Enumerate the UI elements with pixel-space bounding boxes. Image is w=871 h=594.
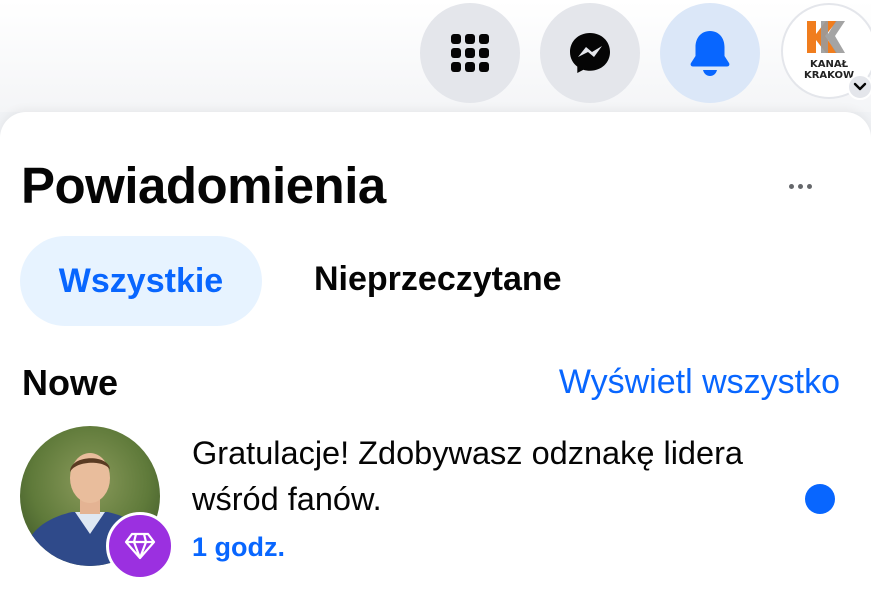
messenger-icon bbox=[570, 33, 610, 73]
notification-time: 1 godz. bbox=[192, 532, 285, 562]
tab-all[interactable]: Wszystkie bbox=[20, 236, 262, 326]
section-title-new: Nowe bbox=[22, 362, 119, 403]
see-all-link[interactable]: Wyświetl wszystko bbox=[559, 363, 840, 402]
account-menu-button[interactable] bbox=[847, 74, 871, 100]
notification-text[interactable]: Gratulacje! Zdobywasz odznakę lidera wśr… bbox=[192, 430, 772, 522]
messenger-button[interactable] bbox=[540, 3, 640, 103]
grid-menu-icon bbox=[451, 34, 489, 72]
menu-button[interactable] bbox=[420, 3, 520, 103]
chevron-down-icon bbox=[853, 82, 867, 91]
page-title: Powiadomienia bbox=[21, 157, 386, 214]
bell-icon bbox=[690, 31, 730, 76]
unread-indicator bbox=[805, 484, 835, 514]
more-options-button[interactable] bbox=[770, 162, 830, 210]
tab-unread[interactable]: Nieprzeczytane bbox=[314, 260, 562, 299]
channel-logo bbox=[807, 21, 845, 53]
fan-badge bbox=[106, 512, 174, 580]
more-horizontal-icon bbox=[788, 183, 794, 189]
top-bar: KANAŁ KRAKOW bbox=[0, 0, 871, 112]
notifications-button[interactable] bbox=[660, 3, 760, 103]
diamond-icon bbox=[124, 532, 156, 560]
channel-logo-text: KANAŁ KRAKOW bbox=[803, 59, 855, 81]
notifications-panel: Powiadomienia Wszystkie Nieprzeczytane N… bbox=[0, 112, 871, 594]
